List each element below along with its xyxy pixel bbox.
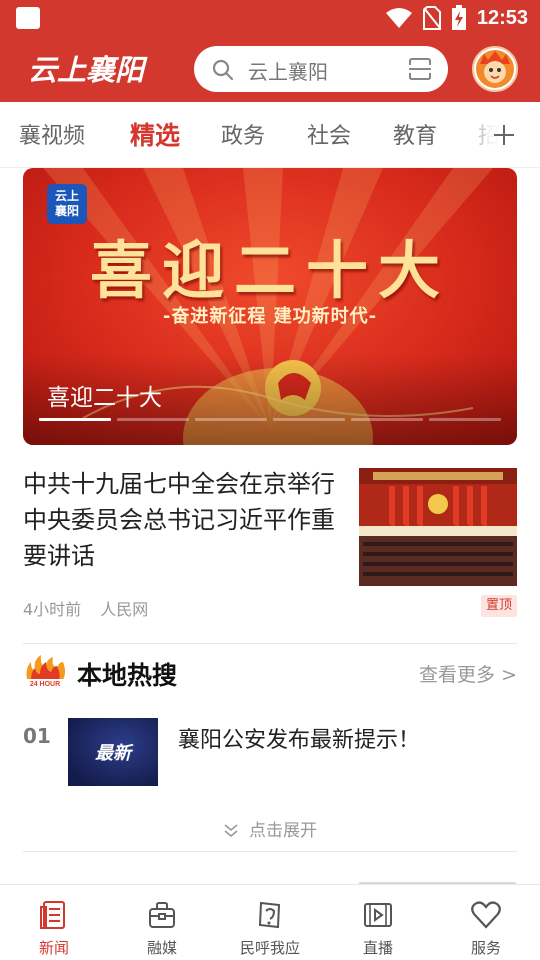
banner-slogan: -奋进新征程 建功新时代- xyxy=(162,306,378,327)
hot-search-title: 本地热搜 xyxy=(77,661,178,690)
app-logo[interactable]: 云上襄阳 xyxy=(28,48,144,88)
hot-search-header: 24 HOUR 本地热搜 查看更多 > xyxy=(23,652,517,692)
news-item[interactable]: 中共十九届七中全会在京举行 中央委员会总书记习近平作重要讲话 4小时前 人民网 … xyxy=(23,464,517,624)
banner-carousel[interactable]: 云上 襄阳 喜迎二十大 -奋进新征程 建功新时代- 喜迎二十大 xyxy=(23,168,517,445)
banner-caption: 喜迎二十大 xyxy=(47,385,162,411)
tab-government[interactable]: 政务 xyxy=(221,118,265,150)
nav-media[interactable]: 融媒 xyxy=(108,885,216,960)
carousel-indicator xyxy=(39,418,501,421)
flame-24h-icon: 24 HOUR xyxy=(25,655,65,688)
news-thumbnail xyxy=(359,468,517,586)
hot-rank: 01 xyxy=(23,724,51,748)
nav-public-voice[interactable]: 民呼我应 xyxy=(216,885,324,960)
heart-icon xyxy=(471,901,501,929)
add-channel-button[interactable] xyxy=(486,114,522,154)
nav-label: 民呼我应 xyxy=(239,939,300,957)
avatar[interactable] xyxy=(472,46,518,92)
carousel-dot[interactable] xyxy=(429,418,501,421)
wifi-icon xyxy=(385,8,412,28)
nav-news[interactable]: 新闻 xyxy=(0,885,108,960)
status-bar: 12:53 xyxy=(0,0,540,36)
nav-services[interactable]: 服务 xyxy=(432,885,540,960)
clock: 12:53 xyxy=(476,6,528,29)
pinned-badge: 置顶 xyxy=(481,595,517,617)
badge-logo: 云上 襄阳 xyxy=(47,184,87,224)
tab-featured[interactable]: 精选 xyxy=(130,116,180,152)
plus-icon xyxy=(494,125,514,145)
live-video-icon xyxy=(364,903,392,927)
notification-icon xyxy=(16,7,40,29)
tab-xiang-video[interactable]: 襄视频 xyxy=(19,118,85,150)
search-bar[interactable]: 云上襄阳 xyxy=(194,46,448,92)
mascot-avatar-icon xyxy=(476,50,514,88)
news-time: 4小时前 xyxy=(23,600,82,619)
carousel-dot[interactable] xyxy=(351,418,423,421)
carousel-dot[interactable] xyxy=(195,418,267,421)
nav-label: 服务 xyxy=(470,939,501,957)
nav-live[interactable]: 直播 xyxy=(324,885,432,960)
flame-label: 24 HOUR xyxy=(30,681,60,688)
app-header: 云上襄阳 云上襄阳 xyxy=(0,36,540,102)
media-bag-icon xyxy=(149,902,175,928)
hot-search-item[interactable]: 01 最新 襄阳公安发布最新提示！ xyxy=(23,718,517,788)
double-chevron-down-icon xyxy=(224,824,238,838)
nav-label: 新闻 xyxy=(38,939,69,957)
nav-label: 直播 xyxy=(362,939,393,957)
news-title: 中共十九届七中全会在京举行 中央委员会总书记习近平作重要讲话 xyxy=(23,470,335,570)
hot-thumbnail: 最新 xyxy=(68,718,158,786)
news-icon xyxy=(40,901,65,929)
expand-label: 点击展开 xyxy=(249,821,317,841)
search-placeholder: 云上襄阳 xyxy=(248,60,328,84)
divider xyxy=(23,851,517,852)
category-tabs: 襄视频 精选 政务 社会 教育 招 xyxy=(0,102,540,168)
divider xyxy=(23,643,517,644)
carousel-dot[interactable] xyxy=(117,418,189,421)
no-sim-icon xyxy=(422,6,441,30)
nav-label: 融媒 xyxy=(146,939,177,957)
view-more-link[interactable]: 查看更多 > xyxy=(419,660,517,687)
conference-photo xyxy=(359,468,517,586)
carousel-dot[interactable] xyxy=(273,418,345,421)
tab-education[interactable]: 教育 xyxy=(393,118,437,150)
search-icon xyxy=(212,59,234,81)
bottom-nav: 新闻 融媒 民呼我应 直播 服务 xyxy=(0,884,540,960)
news-meta: 4小时前 人民网 xyxy=(23,596,162,620)
tab-society[interactable]: 社会 xyxy=(307,118,351,150)
carousel-dot[interactable] xyxy=(39,418,111,421)
news-source: 人民网 xyxy=(100,600,149,619)
public-voice-icon xyxy=(258,901,281,929)
expand-button[interactable]: 点击展开 xyxy=(0,816,540,841)
banner-headline: 喜迎二十大 xyxy=(89,234,450,307)
battery-charging-icon xyxy=(451,5,466,30)
status-icons: 12:53 xyxy=(385,5,528,31)
hot-item-title: 襄阳公安发布最新提示！ xyxy=(178,728,421,753)
scan-icon[interactable] xyxy=(408,57,432,81)
